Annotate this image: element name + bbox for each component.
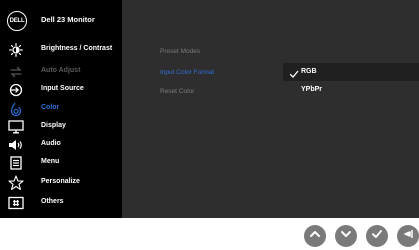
monitor-osd: DELL Dell 23 Monitor Brightness / Contra… — [0, 0, 419, 218]
menu-item-brightness-contrast[interactable]: Brightness / Contrast — [0, 41, 122, 59]
checkmark-icon — [289, 66, 299, 78]
others-icon — [8, 196, 24, 210]
brightness-icon — [8, 43, 24, 57]
menu-item-audio[interactable]: Audio — [0, 136, 122, 154]
submenu-panel: Preset Modes Input Color Format Reset Co… — [122, 0, 419, 218]
menu-item-label: Input Source — [41, 85, 84, 92]
chevron-down-icon — [340, 227, 352, 245]
menu-item-label: Auto Adjust — [41, 67, 81, 74]
osd-navigation-buttons — [0, 222, 419, 250]
menu-item-label: Display — [41, 122, 66, 129]
back-button[interactable] — [397, 225, 419, 247]
menu-item-label: Personalize — [41, 178, 80, 185]
checkmark-icon — [371, 227, 383, 245]
menu-item-menu[interactable]: Menu — [0, 154, 122, 172]
chevron-up-icon — [309, 227, 321, 245]
menu-item-label: Color — [41, 104, 60, 111]
menu-item-label: Others — [41, 198, 64, 205]
menu-item-label: Menu — [41, 158, 60, 165]
menu-item-label: Audio — [41, 140, 61, 147]
osd-header: DELL Dell 23 Monitor — [0, 0, 122, 40]
back-arrow-icon — [402, 227, 414, 245]
menu-item-auto-adjust[interactable]: Auto Adjust — [0, 63, 122, 81]
submenu-item-input-color-format[interactable]: Input Color Format — [160, 69, 214, 76]
input-source-icon — [8, 83, 24, 97]
up-button[interactable] — [304, 225, 326, 247]
dell-logo: DELL — [7, 11, 27, 31]
menu-item-personalize[interactable]: Personalize — [0, 174, 122, 192]
option-label: RGB — [301, 68, 317, 75]
personalize-star-icon — [8, 175, 24, 190]
display-icon — [8, 120, 24, 134]
menu-item-label: Brightness / Contrast — [41, 45, 113, 52]
auto-adjust-icon — [8, 65, 24, 79]
ok-button[interactable] — [366, 225, 388, 247]
audio-icon — [8, 138, 24, 152]
option-label: YPbPr — [301, 86, 323, 93]
menu-icon — [8, 156, 24, 170]
sidebar: DELL Dell 23 Monitor Brightness / Contra… — [0, 0, 122, 218]
menu-item-display[interactable]: Display — [0, 118, 122, 136]
option-ypbpr[interactable]: YPbPr — [283, 81, 419, 99]
menu-item-input-source[interactable]: Input Source — [0, 81, 122, 99]
option-rgb[interactable]: RGB — [283, 63, 419, 81]
menu-item-others[interactable]: Others — [0, 194, 122, 212]
menu-item-color[interactable]: Color — [0, 100, 122, 118]
submenu-item-reset-color[interactable]: Reset Color — [160, 88, 194, 95]
main-menu: Brightness / Contrast Auto Adjust Input … — [0, 41, 122, 212]
osd-title: Dell 23 Monitor — [41, 15, 95, 24]
submenu-item-preset-modes[interactable]: Preset Modes — [160, 48, 200, 55]
color-icon — [8, 102, 24, 116]
down-button[interactable] — [335, 225, 357, 247]
